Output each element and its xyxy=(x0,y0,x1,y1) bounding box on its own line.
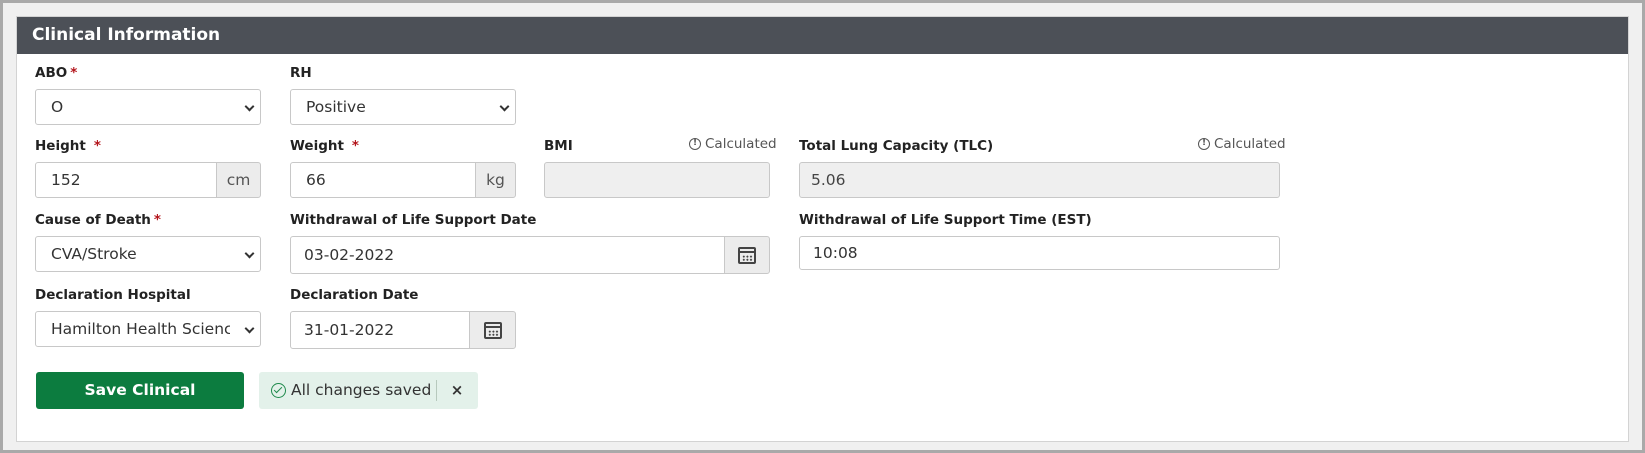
weight-unit: kg xyxy=(475,162,516,198)
declaration-hospital-value: Hamilton Health Sciences xyxy=(51,320,230,338)
declaration-hospital-label: Declaration Hospital xyxy=(35,287,191,303)
cause-of-death-select[interactable]: CVA/Stroke xyxy=(35,236,261,272)
calendar-icon xyxy=(738,247,756,264)
abo-select[interactable]: O xyxy=(35,89,261,125)
bmi-calculated-hint: ! Calculated xyxy=(689,136,777,152)
declaration-date-label: Declaration Date xyxy=(290,287,419,303)
required-marker: * xyxy=(70,65,78,81)
panel-title: Clinical Information xyxy=(17,17,1628,54)
toast-divider xyxy=(436,380,437,401)
cause-of-death-label-text: Cause of Death xyxy=(35,212,151,228)
tlc-label: Total Lung Capacity (TLC) xyxy=(799,138,994,154)
chevron-down-icon xyxy=(244,101,255,112)
wls-date-label: Withdrawal of Life Support Date xyxy=(290,212,537,228)
weight-input[interactable]: 66 xyxy=(290,162,476,198)
declaration-date-calendar-button[interactable] xyxy=(469,311,516,349)
cause-of-death-label: Cause of Death * xyxy=(35,212,161,228)
chevron-down-icon xyxy=(244,248,255,259)
height-input[interactable]: 152 xyxy=(35,162,217,198)
required-marker: * xyxy=(153,212,161,228)
abo-select-value: O xyxy=(51,98,64,116)
wls-date-input[interactable]: 03-02-2022 xyxy=(290,236,726,274)
chevron-down-icon xyxy=(244,323,255,334)
tlc-hint-text: Calculated xyxy=(1214,136,1286,152)
wls-time-input[interactable]: 10:08 xyxy=(799,236,1280,270)
save-status-toast: All changes saved × xyxy=(259,372,478,409)
weight-label: Weight * xyxy=(290,138,359,154)
clinical-information-panel: Clinical Information ABO * O RH Positive … xyxy=(16,16,1629,442)
save-status-text: All changes saved xyxy=(291,381,432,399)
bmi-hint-text: Calculated xyxy=(705,136,777,152)
info-circle-icon: ! xyxy=(689,138,701,150)
save-clinical-information-button[interactable]: Save Clinical Information xyxy=(36,372,244,436)
calendar-icon xyxy=(483,322,502,339)
info-circle-icon: ! xyxy=(1198,138,1210,150)
height-label-text: Height xyxy=(35,138,86,154)
tlc-calculated-hint: ! Calculated xyxy=(1198,136,1286,152)
cause-of-death-value: CVA/Stroke xyxy=(51,245,137,263)
weight-label-text: Weight xyxy=(290,138,344,154)
bmi-label: BMI xyxy=(544,138,573,154)
required-marker: * xyxy=(351,138,359,154)
chevron-down-icon xyxy=(499,101,510,112)
abo-label: ABO * xyxy=(35,65,77,81)
rh-label: RH xyxy=(290,65,312,81)
close-icon[interactable]: × xyxy=(447,372,467,409)
wls-date-calendar-button[interactable] xyxy=(724,236,770,274)
declaration-date-input[interactable]: 31-01-2022 xyxy=(290,311,471,349)
abo-label-text: ABO xyxy=(35,65,68,81)
wls-time-label: Withdrawal of Life Support Time (EST) xyxy=(799,212,1092,228)
height-label: Height * xyxy=(35,138,101,154)
rh-select[interactable]: Positive xyxy=(290,89,516,125)
declaration-hospital-select[interactable]: Hamilton Health Sciences xyxy=(35,311,261,347)
height-unit: cm xyxy=(216,162,261,198)
bmi-field xyxy=(544,162,770,198)
rh-select-value: Positive xyxy=(306,98,366,116)
tlc-field: 5.06 xyxy=(799,162,1280,198)
check-circle-icon xyxy=(271,383,286,398)
required-marker: * xyxy=(93,138,101,154)
window-frame: Clinical Information ABO * O RH Positive … xyxy=(0,0,1645,453)
